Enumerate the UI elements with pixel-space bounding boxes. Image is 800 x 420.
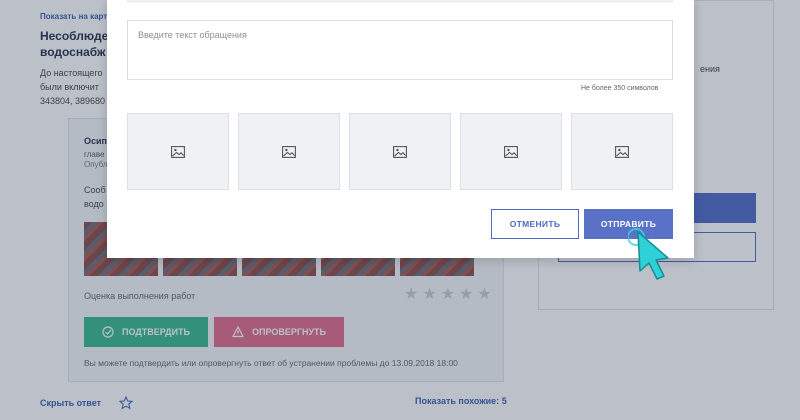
image-placeholder-icon	[171, 145, 185, 158]
char-limit-hint: Не более 350 символов	[581, 85, 659, 92]
photo-upload-slot[interactable]	[127, 113, 229, 190]
modal-divider	[127, 0, 673, 3]
cancel-label: ОТМЕНИТЬ	[509, 219, 561, 229]
image-placeholder-icon	[393, 145, 407, 158]
image-placeholder-icon	[282, 145, 296, 158]
cancel-button[interactable]: ОТМЕНИТЬ	[491, 209, 579, 239]
photo-upload-slot[interactable]	[238, 113, 340, 190]
image-placeholder-icon	[615, 145, 629, 158]
appeal-text-input[interactable]: Введите текст обращения	[127, 20, 673, 80]
photo-upload-slot[interactable]	[571, 113, 673, 190]
appeal-text-placeholder: Введите текст обращения	[138, 30, 247, 40]
mouse-pointer-icon	[628, 228, 669, 280]
photo-upload-slot[interactable]	[460, 113, 562, 190]
image-placeholder-icon	[504, 145, 518, 158]
photo-upload-slot[interactable]	[349, 113, 451, 190]
appeal-modal: Введите текст обращения Не более 350 сим…	[107, 0, 694, 258]
